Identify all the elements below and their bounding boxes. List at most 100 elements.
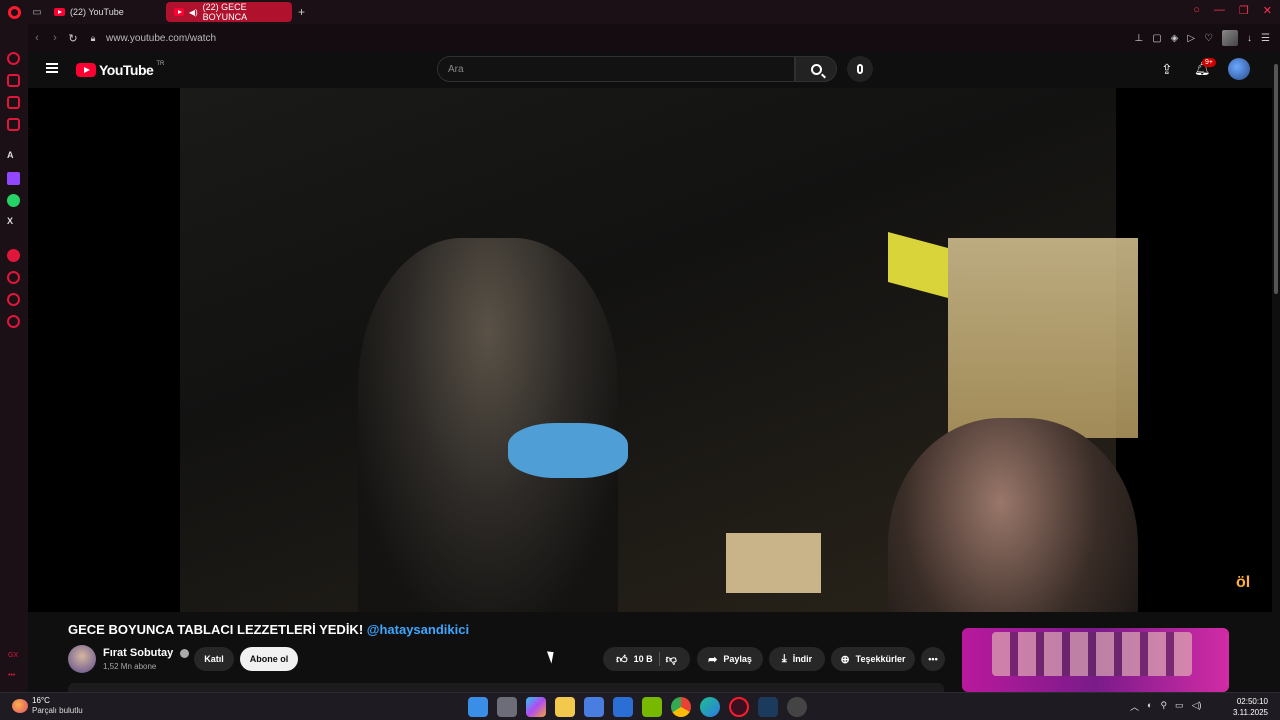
sidebar-ad-thumbnail[interactable] (962, 628, 1229, 692)
temperature: 16°C (32, 696, 50, 705)
page-scrollbar[interactable] (1272, 52, 1280, 692)
nvidia-icon[interactable] (642, 697, 662, 717)
weather-icon (12, 699, 28, 713)
opera-menu-icon[interactable] (0, 0, 28, 24)
account-avatar[interactable] (1228, 58, 1250, 80)
minimize-icon[interactable]: — (1214, 4, 1225, 17)
whatsapp-icon[interactable] (7, 194, 20, 207)
history-icon[interactable] (7, 271, 20, 284)
verified-icon (180, 648, 190, 658)
lock-icon[interactable]: 🔒︎ (86, 33, 100, 44)
video-player[interactable]: öl (28, 88, 1272, 612)
store-icon[interactable] (584, 697, 604, 717)
gx-icon[interactable]: GX (8, 652, 18, 659)
search-tabs-icon[interactable]: ○ (1193, 4, 1200, 17)
tab-islands-icon[interactable]: ▭ (28, 0, 46, 24)
youtube-logo[interactable]: YouTube TR (76, 61, 165, 78)
voice-search-button[interactable] (847, 56, 873, 82)
date: 3.11.2025 (1233, 708, 1268, 717)
thanks-button[interactable]: ⊕ Teşekkürler (831, 647, 915, 671)
tray-app-icon[interactable]: ◐ (1147, 700, 1152, 713)
aria-ai-icon[interactable]: A (7, 150, 14, 160)
search-button[interactable] (795, 56, 837, 82)
copilot-icon[interactable] (526, 697, 546, 717)
like-icon[interactable]: 👍︎ (616, 653, 628, 666)
tab-label: (22) GECE BOYUNCA (202, 2, 248, 22)
windows-taskbar: 16°C Parçalı bulutlu ︿ ◐ ⚲ ▭ ◁) 02:50:10… (0, 692, 1280, 720)
logo-text: YouTube (99, 62, 154, 78)
browser-tab-bar: ▭ (22) YouTube ◀) (22) GECE BOYUNCA + ○ … (0, 0, 1280, 24)
subscribe-button[interactable]: Abone ol (240, 647, 298, 671)
search-input[interactable]: Ara (437, 56, 795, 82)
easy-setup-icon[interactable]: ☰ (1261, 33, 1270, 44)
chrome-icon[interactable] (671, 697, 691, 717)
subscriber-count: 1,52 Mn abone (103, 662, 157, 671)
music-player-icon[interactable] (7, 249, 20, 262)
wallet-icon[interactable] (7, 96, 20, 109)
pin-icon[interactable]: ⊥ (1134, 33, 1143, 44)
back-icon[interactable]: ‹ (28, 32, 46, 44)
download-icon[interactable]: ↓ (1247, 33, 1252, 44)
more-actions-button[interactable]: ••• (921, 647, 945, 671)
title-mention-link[interactable]: @hataysandikici (367, 622, 469, 637)
join-label: Katıl (204, 654, 224, 664)
news-icon[interactable] (7, 118, 20, 131)
outlook-icon[interactable] (613, 697, 633, 717)
share-button[interactable]: ➦ Paylaş (697, 647, 763, 671)
create-upload-icon[interactable]: ⇪ (1161, 61, 1173, 78)
youtube-favicon-icon (174, 8, 184, 16)
heart-icon[interactable]: ♡ (1204, 33, 1213, 44)
adblock-icon[interactable]: ◈ (1171, 33, 1179, 44)
youtube-favicon-icon (54, 8, 65, 16)
description-box[interactable] (68, 683, 944, 692)
task-view-icon[interactable] (497, 697, 517, 717)
tab-video-active[interactable]: ◀) (22) GECE BOYUNCA (166, 2, 292, 22)
file-explorer-icon[interactable] (555, 697, 575, 717)
download-button[interactable]: ⤓ İndir (769, 647, 825, 671)
youtube-play-icon (76, 63, 96, 77)
shopping-icon[interactable] (7, 74, 20, 87)
snapshot-icon[interactable]: ▢ (1152, 33, 1161, 44)
start-icon[interactable] (468, 697, 488, 717)
profile-thumbnail[interactable] (1222, 30, 1239, 46)
channel-watermark-icon[interactable]: öl (1236, 574, 1262, 596)
channel-avatar[interactable] (68, 645, 96, 673)
menu-icon[interactable] (46, 63, 58, 73)
address-bar-actions: ⊥ ▢ ◈ ▷ ♡ ↓ ☰ (1134, 30, 1270, 46)
x-icon[interactable]: X (7, 216, 13, 226)
aria-icon[interactable] (7, 52, 20, 65)
steam-icon[interactable] (758, 697, 778, 717)
restore-icon[interactable]: ❐ (1239, 4, 1249, 17)
discord-icon[interactable] (787, 697, 807, 717)
close-icon[interactable]: ✕ (1263, 4, 1272, 17)
twitch-icon[interactable] (7, 172, 20, 185)
tab-youtube[interactable]: (22) YouTube (46, 2, 166, 22)
dislike-icon[interactable]: 👎︎ (666, 653, 677, 666)
extensions-icon[interactable] (7, 293, 20, 306)
edge-icon[interactable] (700, 697, 720, 717)
channel-name[interactable]: Fırat Sobutay (103, 647, 190, 659)
scrollbar-thumb[interactable] (1274, 64, 1278, 294)
speaker-icon[interactable]: ◀) (189, 8, 198, 17)
blue-gloves (508, 423, 628, 478)
network-icon[interactable]: ▭ (1175, 700, 1184, 713)
join-button[interactable]: Katıl (194, 647, 234, 671)
mic-tray-icon[interactable]: ⚲ (1160, 700, 1167, 713)
weather-widget[interactable]: 16°C Parçalı bulutlu (12, 696, 83, 716)
forward-icon[interactable]: › (46, 32, 64, 44)
opera-gx-icon[interactable] (729, 697, 749, 717)
region-label: TR (156, 61, 165, 67)
clock[interactable]: 02:50:10 3.11.2025 (1233, 696, 1268, 718)
new-tab-button[interactable]: + (298, 5, 305, 19)
mouse-cursor-icon (546, 649, 558, 664)
reload-icon[interactable]: ↻ (64, 32, 82, 45)
like-count[interactable]: 10 B (634, 654, 653, 664)
video-title: GECE BOYUNCA TABLACI LEZZETLERİ YEDİK! @… (68, 622, 469, 637)
sidebar-more-icon[interactable]: ••• (8, 672, 15, 679)
tray-overflow-icon[interactable]: ︿ (1130, 700, 1139, 713)
url-field[interactable]: www.youtube.com/watch (106, 33, 216, 44)
system-tray: ︿ ◐ ⚲ ▭ ◁) (1130, 700, 1201, 713)
player-icon[interactable]: ▷ (1187, 33, 1195, 44)
volume-icon[interactable]: ◁) (1192, 700, 1202, 713)
settings-icon[interactable] (7, 315, 20, 328)
